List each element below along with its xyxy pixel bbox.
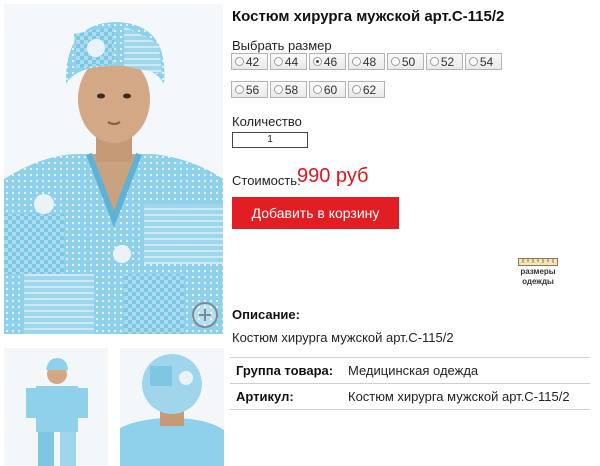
sizes-link-line2: одежды	[522, 277, 554, 286]
property-value: Костюм хирурга мужской арт.С-115/2	[348, 389, 570, 404]
main-product-photo[interactable]	[4, 4, 223, 334]
table-row: Артикул: Костюм хирурга мужской арт.С-11…	[230, 383, 590, 410]
size-option-54[interactable]: 54	[465, 53, 502, 70]
sizes-link-line1: размеры	[520, 267, 556, 276]
size-selector-label: Выбрать размер	[232, 38, 332, 53]
property-key: Артикул:	[236, 389, 294, 404]
add-to-cart-button[interactable]: Добавить в корзину	[232, 197, 399, 229]
description-text: Костюм хирурга мужской арт.С-115/2	[232, 330, 454, 345]
size-option-46[interactable]: 46	[309, 53, 346, 70]
size-option-50[interactable]: 50	[387, 53, 424, 70]
price-label: Стоимость:	[232, 173, 301, 188]
size-option-58[interactable]: 58	[270, 81, 307, 98]
description-label: Описание:	[232, 307, 300, 322]
quantity-input[interactable]: 1	[232, 132, 308, 148]
clothing-sizes-link[interactable]: размеры одежды	[515, 258, 561, 286]
size-option-60[interactable]: 60	[309, 81, 346, 98]
size-option-62[interactable]: 62	[348, 81, 385, 98]
ruler-icon	[518, 258, 558, 266]
size-option-56[interactable]: 56	[231, 81, 268, 98]
zoom-in-icon[interactable]	[190, 300, 220, 330]
size-option-52[interactable]: 52	[426, 53, 463, 70]
thumbnail-front[interactable]	[4, 348, 108, 466]
size-option-44[interactable]: 44	[270, 53, 307, 70]
quantity-label: Количество	[232, 114, 302, 129]
thumbnail-back[interactable]	[120, 348, 224, 466]
price-value: 990 руб	[297, 165, 369, 187]
size-option-42[interactable]: 42	[231, 53, 268, 70]
property-value: Медицинская одежда	[348, 363, 479, 378]
table-row: Группа товара: Медицинская одежда	[230, 357, 590, 383]
properties-table: Группа товара: Медицинская одежда Артику…	[230, 357, 590, 410]
size-option-48[interactable]: 48	[348, 53, 385, 70]
property-key: Группа товара:	[236, 363, 334, 378]
product-title: Костюм хирурга мужской арт.С-115/2	[232, 8, 505, 25]
